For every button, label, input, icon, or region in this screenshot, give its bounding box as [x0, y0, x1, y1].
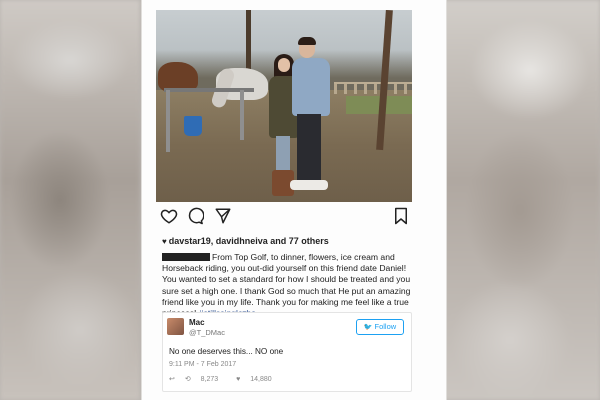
blurred-background-right [440, 0, 600, 400]
follow-label: Follow [374, 322, 397, 331]
heart-icon[interactable] [160, 207, 178, 225]
retweet-button[interactable]: ⟲ 8,273 [185, 376, 226, 383]
follow-button[interactable]: 🐦 Follow [356, 319, 404, 335]
post-action-bar [156, 207, 412, 227]
like-button[interactable]: ♥ 14,880 [236, 376, 280, 383]
tweet-timestamp[interactable]: 9:11 PM - 7 Feb 2017 [169, 361, 236, 368]
likes-text: davstar19, davidhneiva and 77 others [168, 236, 329, 246]
bookmark-icon[interactable] [392, 207, 410, 225]
retweet-icon: ⟲ [184, 376, 191, 383]
instagram-post-card: ♥ davstar19, davidhneiva and 77 others Fr… [141, 0, 447, 400]
avatar[interactable] [167, 318, 184, 335]
post-photo [156, 10, 412, 202]
send-icon[interactable] [214, 207, 232, 225]
like-count: 14,880 [250, 376, 272, 383]
blurred-background-left [0, 0, 140, 400]
like-heart-icon: ♥ [236, 376, 241, 383]
small-heart-icon: ♥ [162, 237, 167, 246]
retweet-count: 8,273 [200, 376, 219, 383]
tweet-text: No one deserves this... NO one [169, 347, 284, 356]
twitter-bird-icon: 🐦 [363, 324, 373, 331]
tweet-author-handle[interactable]: @T_DMac [189, 328, 225, 337]
embedded-tweet: Mac @T_DMac 🐦 Follow No one deserves this… [162, 312, 412, 392]
tweet-action-bar: ↩ ⟲ 8,273 ♥ 14,880 [169, 375, 288, 383]
reply-icon[interactable]: ↩ [169, 376, 175, 383]
redacted-username [162, 253, 210, 261]
likes-summary: ♥ davstar19, davidhneiva and 77 others [162, 236, 329, 246]
post-caption: From Top Golf, to dinner, flowers, ice c… [162, 252, 412, 319]
tweet-author-name[interactable]: Mac [189, 318, 205, 327]
comment-icon[interactable] [186, 207, 205, 225]
